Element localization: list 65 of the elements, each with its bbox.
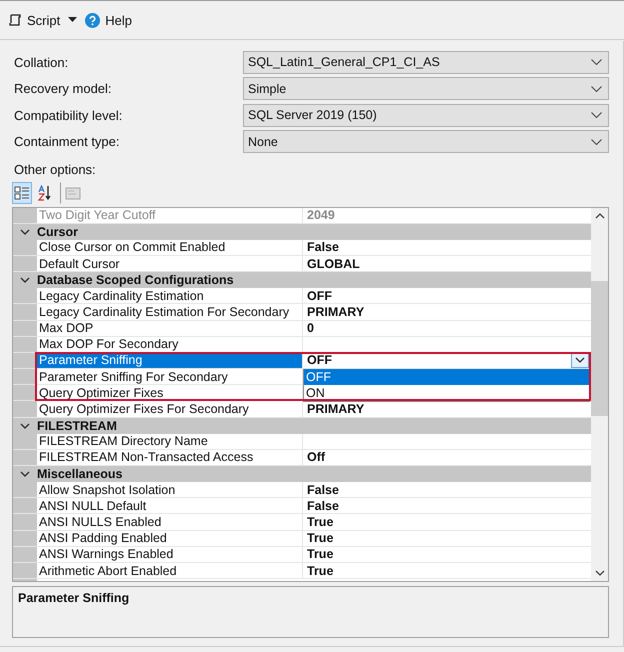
property-value: PRIMARY — [307, 305, 364, 320]
property-name[interactable]: Query Optimizer Fixes For Secondary — [37, 401, 303, 417]
property-name[interactable]: FILESTREAM Non-Transacted Access — [37, 450, 303, 465]
script-button[interactable]: Script — [8, 12, 60, 28]
category-header[interactable]: FILESTREAM — [13, 418, 591, 434]
property-name[interactable]: ANSI Warnings Enabled — [37, 546, 303, 562]
dropdown-option[interactable]: OFF — [304, 369, 589, 386]
chevron-icon[interactable] — [20, 277, 30, 284]
description-title: Parameter Sniffing — [18, 590, 130, 604]
chevron-icon[interactable] — [20, 422, 30, 429]
property-value: Off — [307, 450, 326, 464]
property-value: True — [307, 547, 334, 562]
scrollbar[interactable] — [591, 208, 608, 580]
help-button[interactable]: Help — [85, 12, 132, 28]
help-icon — [85, 12, 100, 28]
property-value: 0 — [307, 321, 314, 336]
property-name[interactable]: Max DOP — [37, 320, 303, 336]
property-name[interactable]: FILESTREAM Directory Name — [37, 434, 303, 449]
property-name[interactable]: Allow Snapshot Isolation — [37, 482, 303, 498]
sort-icon — [37, 184, 53, 200]
property-name[interactable]: Max DOP For Secondary — [37, 336, 303, 352]
dropdown-field[interactable]: None — [243, 130, 609, 153]
property-value: False — [307, 240, 339, 254]
chevron-down-icon — [591, 59, 602, 65]
property-name[interactable]: ANSI NULL Default — [37, 498, 303, 514]
property-name[interactable]: Legacy Cardinality Estimation — [37, 288, 303, 304]
chevron-icon[interactable] — [20, 471, 30, 478]
scroll-up-icon — [594, 212, 604, 218]
pages-icon — [65, 186, 81, 200]
property-name[interactable]: Arithmetic Abort Enabled — [37, 562, 303, 578]
field-label: Collation: — [13, 54, 70, 70]
property-value: False — [307, 482, 339, 497]
chevron-down-icon — [591, 138, 602, 144]
property-value: False — [307, 498, 339, 513]
property-value: OFF — [307, 288, 332, 303]
section-label: Other options: — [13, 162, 97, 176]
dropdown-field[interactable]: Simple — [243, 77, 609, 100]
category-header[interactable]: Cursor — [13, 224, 591, 240]
property-value: GLOBAL — [307, 256, 360, 271]
property-name[interactable]: Default Cursor — [37, 256, 303, 272]
property-name[interactable]: ANSI NULLS Enabled — [37, 514, 303, 530]
chevron-icon[interactable] — [20, 228, 30, 235]
script-icon — [8, 13, 22, 27]
property-value: 2049 — [307, 208, 335, 222]
field-label: Compatibility level: — [13, 108, 124, 122]
dropdown-option[interactable]: ON — [304, 385, 589, 402]
dropdown-field[interactable]: SQL Server 2019 (150) — [243, 104, 609, 126]
property-name[interactable]: Close Cursor on Commit Enabled — [37, 240, 303, 255]
property-value: True — [307, 564, 334, 578]
property-name[interactable]: Legacy Cardinality Estimation For Secondary — [37, 304, 303, 320]
scroll-down-icon — [594, 570, 604, 576]
property-value: True — [307, 515, 334, 530]
scroll-thumb[interactable] — [591, 280, 608, 416]
caret-icon[interactable] — [68, 17, 78, 23]
chevron-down-icon — [591, 86, 602, 92]
field-label: Recovery model: — [13, 81, 113, 96]
categorized-icon — [14, 184, 30, 200]
property-value: True — [307, 531, 334, 546]
chevron-down-icon — [591, 112, 602, 118]
categorized-button[interactable] — [12, 182, 32, 204]
property-value: PRIMARY — [307, 402, 364, 416]
dropdown-field[interactable]: SQL_Latin1_General_CP1_CI_AS — [243, 50, 609, 74]
chevron-down-icon — [575, 357, 585, 364]
property-name[interactable]: ANSI Padding Enabled — [37, 530, 303, 546]
field-label: Containment type: — [13, 134, 121, 149]
